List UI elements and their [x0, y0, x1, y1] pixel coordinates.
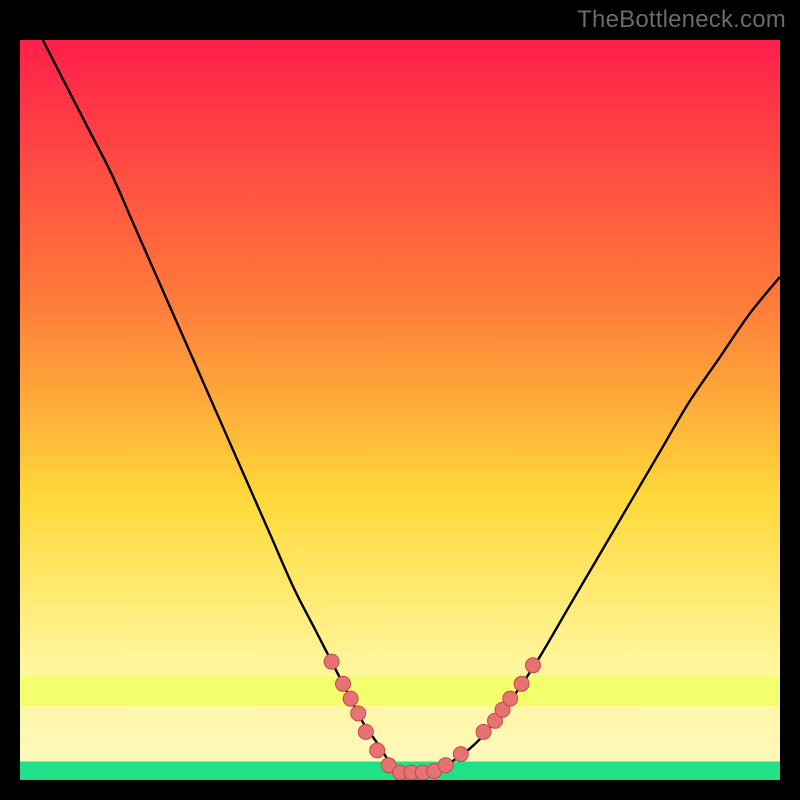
curve-marker: [324, 654, 339, 669]
curve-marker: [343, 691, 358, 706]
curve-marker: [351, 706, 366, 721]
pale-band: [20, 676, 780, 706]
curve-marker: [503, 691, 518, 706]
gradient-background: [20, 40, 780, 780]
curve-marker: [358, 724, 373, 739]
bottleneck-chart: [20, 40, 780, 780]
watermark-text: TheBottleneck.com: [577, 6, 786, 34]
curve-marker: [476, 724, 491, 739]
curve-marker: [526, 658, 541, 673]
curve-marker: [453, 747, 468, 762]
curve-marker: [336, 676, 351, 691]
chart-frame: [20, 40, 780, 780]
curve-marker: [514, 676, 529, 691]
curve-marker: [370, 743, 385, 758]
curve-marker: [438, 758, 453, 773]
